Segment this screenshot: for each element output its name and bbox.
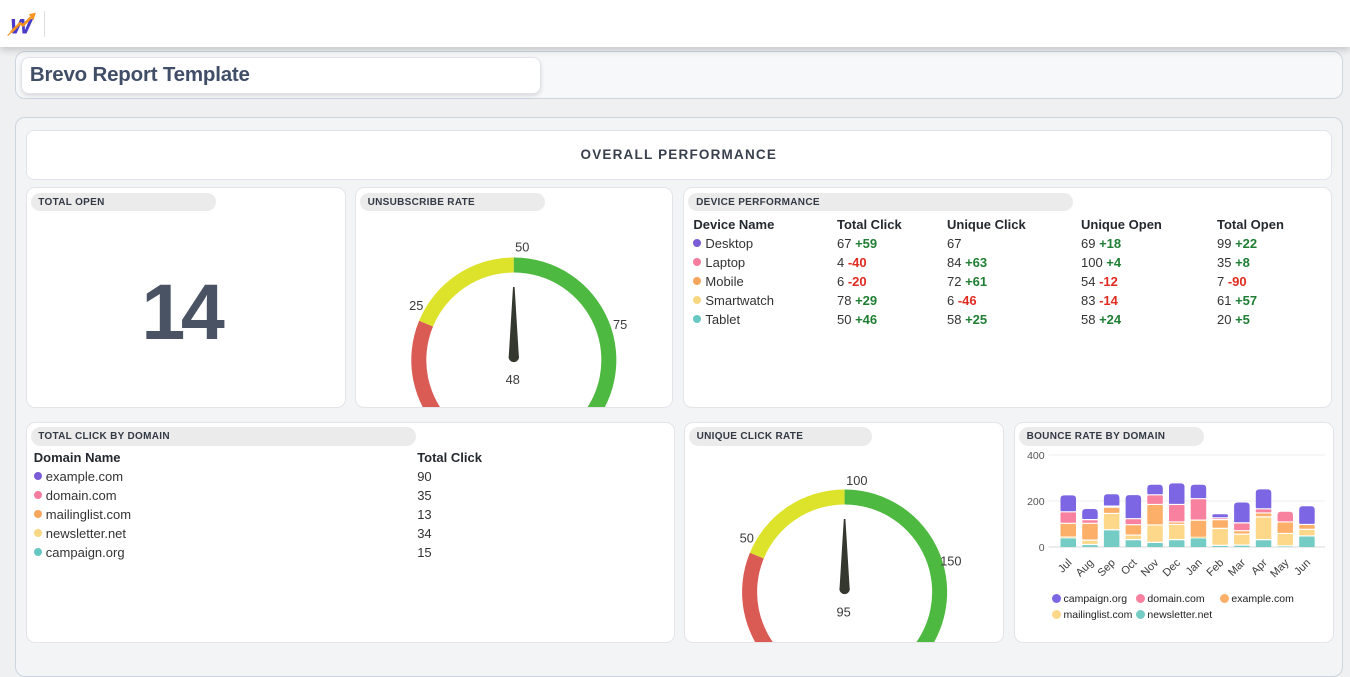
svg-text:100: 100	[846, 472, 867, 487]
svg-text:50: 50	[740, 530, 754, 545]
svg-text:25: 25	[409, 298, 423, 313]
svg-text:48: 48	[506, 372, 520, 387]
svg-text:150: 150	[940, 553, 961, 568]
svg-text:75: 75	[613, 317, 627, 332]
svg-text:95: 95	[836, 604, 850, 619]
svg-text:50: 50	[515, 240, 529, 255]
